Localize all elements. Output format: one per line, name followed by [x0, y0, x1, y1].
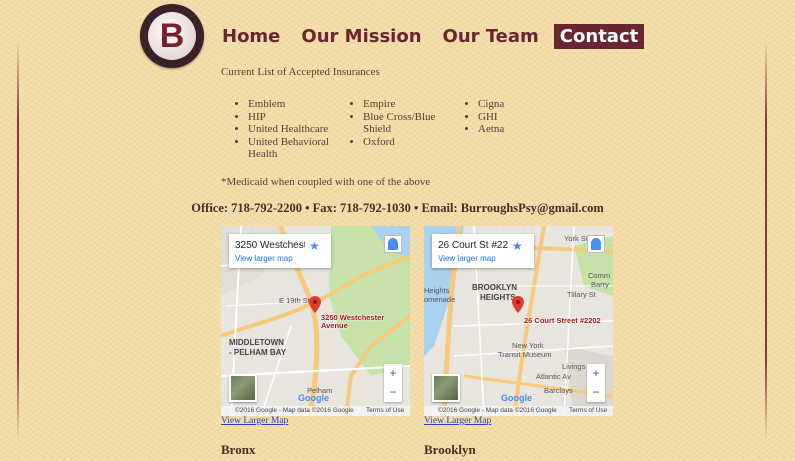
city-bronx: Bronx: [221, 442, 256, 457]
terms-of-use-link[interactable]: Terms of Use: [366, 406, 404, 416]
nav-home[interactable]: Home: [216, 24, 286, 49]
nav-contact[interactable]: Contact: [553, 24, 645, 49]
map-info-card: 26 Court St #2202 View larger map ★: [432, 234, 534, 268]
map-label: Barclays: [544, 386, 573, 395]
insurance-item: United Healthcare: [248, 123, 348, 136]
star-icon[interactable]: ★: [309, 239, 320, 253]
map-card-title: 3250 Westchester Avenue: [235, 240, 305, 251]
zoom-in-button[interactable]: +: [384, 364, 402, 383]
insurance-list-3: Cigna GHI Aetna: [451, 98, 578, 136]
zoom-control: + −: [384, 364, 402, 402]
nav-our-team[interactable]: Our Team: [437, 24, 545, 49]
view-larger-map-link[interactable]: View larger map: [235, 254, 293, 263]
map-label: omenade: [424, 295, 456, 304]
map-label: Comm: [588, 271, 611, 280]
map-label: New York: [512, 341, 544, 350]
logo-letter: B: [148, 12, 196, 60]
terms-of-use-link[interactable]: Terms of Use: [569, 406, 607, 416]
medicaid-note: *Medicaid when coupled with one of the a…: [221, 176, 431, 188]
person-icon[interactable]: [587, 235, 605, 253]
insurance-list-1: Emblem HIP United Healthcare United Beha…: [221, 98, 348, 161]
map-attribution: ©2016 Google - Map data ©2016 Google Ter…: [221, 406, 410, 416]
nav-our-mission[interactable]: Our Mission: [295, 24, 427, 49]
person-icon[interactable]: [384, 235, 402, 253]
map-label: Transit Museum: [498, 350, 552, 359]
view-larger-map-brooklyn[interactable]: View Larger Map: [424, 416, 491, 426]
zoom-out-button[interactable]: −: [587, 383, 605, 402]
insurance-item: Aetna: [478, 123, 578, 136]
satellite-thumbnail[interactable]: [229, 374, 257, 402]
site-logo[interactable]: B: [140, 4, 204, 68]
map-info-card: 3250 Westchester Avenue View larger map …: [229, 234, 331, 268]
map-label: Tillary St: [567, 290, 596, 299]
zoom-control: + −: [587, 364, 605, 402]
attribution-text: ©2016 Google - Map data ©2016 Google: [438, 407, 557, 414]
insurance-list-2: Empire Blue Cross/Blue Shield Oxford: [336, 98, 463, 148]
insurance-item: Blue Cross/Blue Shield: [363, 111, 463, 136]
insurance-item: Cigna: [478, 98, 578, 111]
insurance-item: Empire: [363, 98, 463, 111]
insurance-item: Oxford: [363, 136, 463, 149]
contact-info: Office: 718-792-2200 • Fax: 718-792-1030…: [191, 201, 604, 215]
bronx-map[interactable]: E 19th St MIDDLETOWN - PELHAM BAY Pelham…: [221, 226, 410, 416]
map-pin-icon[interactable]: [512, 296, 524, 313]
right-decorative-line: [765, 40, 767, 440]
insurance-title: Current List of Accepted Insurances: [221, 66, 380, 78]
map-label: E 19th St: [279, 296, 310, 305]
insurance-item: GHI: [478, 111, 578, 124]
pin-label-line: 26 Court Street #2202: [524, 316, 601, 325]
map-pin-icon[interactable]: [309, 296, 321, 313]
map-label: Barry: [591, 280, 609, 289]
map-label: Atlantic Av: [536, 372, 571, 381]
left-decorative-line: [17, 40, 19, 440]
map-label: Livings: [562, 362, 586, 371]
insurance-item: United Behavioral Health: [248, 136, 348, 161]
view-larger-map-bronx[interactable]: View Larger Map: [221, 416, 288, 426]
star-icon[interactable]: ★: [512, 239, 523, 253]
satellite-thumbnail[interactable]: [432, 374, 460, 402]
map-attribution: ©2016 Google - Map data ©2016 Google Ter…: [424, 406, 613, 416]
pin-label-line: Avenue: [321, 321, 348, 330]
attribution-text: ©2016 Google - Map data ©2016 Google: [235, 407, 354, 414]
city-brooklyn: Brooklyn: [424, 442, 476, 457]
insurance-item: HIP: [248, 111, 348, 124]
view-larger-map-link[interactable]: View larger map: [438, 254, 496, 263]
map-card-title: 26 Court St #2202: [438, 240, 508, 251]
zoom-out-button[interactable]: −: [384, 383, 402, 402]
google-logo: Google: [501, 393, 532, 403]
map-label: York St: [564, 234, 588, 243]
main-nav: Home Our Mission Our Team Contact: [216, 24, 653, 49]
brooklyn-map[interactable]: York St Heights omenade BROOKLYN HEIGHTS…: [424, 226, 613, 416]
map-label: - PELHAM BAY: [229, 348, 287, 357]
map-label: BROOKLYN: [472, 283, 518, 292]
map-label: HEIGHTS: [480, 293, 516, 302]
pin-label: 3250 Westchester Avenue: [321, 314, 384, 330]
zoom-in-button[interactable]: +: [587, 364, 605, 383]
map-label: MIDDLETOWN: [229, 338, 284, 347]
map-label: Heights: [424, 286, 450, 295]
pin-label: 26 Court Street #2202: [524, 317, 601, 325]
insurance-item: Emblem: [248, 98, 348, 111]
google-logo: Google: [298, 393, 329, 403]
